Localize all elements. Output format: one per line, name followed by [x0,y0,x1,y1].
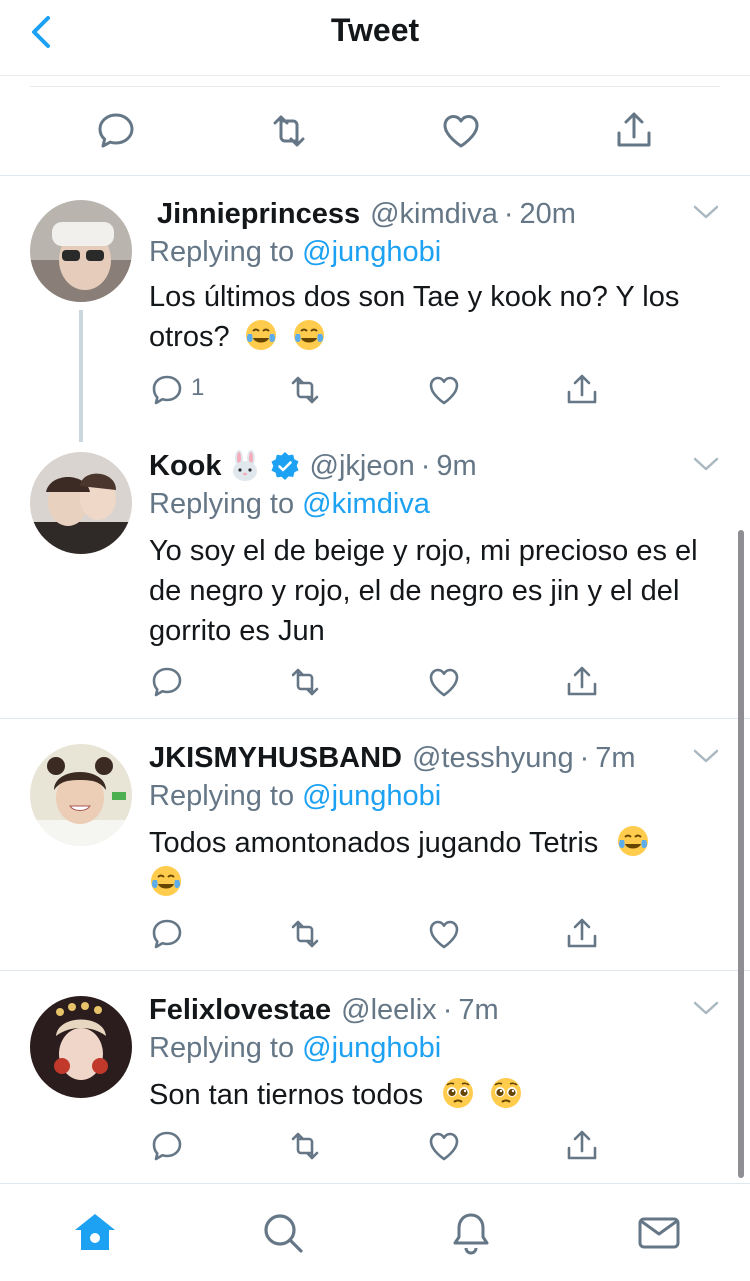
reply-icon[interactable] [149,1128,185,1164]
page-title: Tweet [330,12,420,48]
user-handle[interactable]: @leelix [341,994,437,1027]
pleading-face-icon [443,1078,474,1108]
tweet-actions [149,1128,619,1168]
replying-to: Replying to @junghobi [149,780,442,812]
timestamp: 7m [595,741,636,774]
tweet-text: Son tan tiernos todos [149,1075,720,1115]
timestamp: 9m [436,449,477,482]
reply-icon[interactable] [149,916,185,952]
separator-dot: · [442,993,453,1026]
tweet-text: Los últimos dos son Tae y kook no? Y los… [149,281,680,353]
retweet-icon[interactable] [287,916,323,952]
face-with-tears-of-joy-icon [151,866,181,896]
display-name[interactable]: JKISMYHUSBAND [149,742,402,775]
user-handle[interactable]: @jkjeon [310,450,415,483]
retweet-icon[interactable] [287,372,323,408]
share-icon[interactable] [564,916,600,952]
reply-tweet[interactable]: Felixlovestae @leelix · 7m Replying to @… [0,992,750,1182]
reply-tweet[interactable]: Kook @jkjeon · 9m Replying to @kimdiva Y… [0,448,750,716]
retweet-icon[interactable] [287,1128,323,1164]
timestamp: 7m [458,993,499,1026]
chevron-down-icon[interactable] [692,998,720,1018]
timestamp: 20m [519,197,576,230]
rabbit-face-icon [232,450,257,481]
top-nav-bar: Tweet [0,0,750,76]
retweet-icon[interactable] [267,109,311,153]
display-name[interactable]: Felixlovestae [149,994,331,1027]
separator-dot: · [579,741,590,774]
reply-tweet[interactable]: Jinnieprincess @kimdiva · 20m Replying t… [0,196,750,442]
separator-dot: · [503,197,514,230]
divider [0,970,750,971]
user-handle[interactable]: @kimdiva [370,198,498,231]
face-with-tears-of-joy-icon [618,826,649,856]
like-icon[interactable] [426,372,462,408]
retweet-icon[interactable] [287,664,323,700]
thread-connector [79,310,83,442]
share-icon[interactable] [564,664,600,700]
like-icon[interactable] [426,916,462,952]
notifications-icon[interactable] [448,1210,494,1256]
mention-link[interactable]: @junghobi [302,236,441,268]
display-name[interactable]: Jinnieprincess [157,198,360,231]
share-icon[interactable] [612,109,656,153]
display-name[interactable]: Kook [149,450,222,483]
share-icon[interactable] [564,372,600,408]
replying-to: Replying to @junghobi [149,1032,442,1064]
pleading-face-icon [491,1078,522,1108]
mention-link[interactable]: @junghobi [302,780,441,812]
face-with-tears-of-joy-icon [245,320,276,350]
user-handle[interactable]: @tesshyung [412,742,574,775]
search-icon[interactable] [260,1210,306,1256]
chevron-down-icon[interactable] [692,746,720,766]
chevron-down-icon[interactable] [692,202,720,222]
tweet-actions [149,916,619,956]
reply-icon[interactable] [94,109,138,153]
mention-link[interactable]: @kimdiva [302,488,430,520]
tweet-actions [149,664,619,704]
reply-count: 1 [191,374,205,401]
replying-to: Replying to @junghobi [149,236,442,268]
home-icon[interactable] [72,1210,118,1256]
face-with-tears-of-joy-icon [293,320,324,350]
reply-icon[interactable] [149,664,185,700]
separator-dot: · [420,449,431,482]
bottom-tab-bar [0,1183,750,1281]
reply-tweet[interactable]: JKISMYHUSBAND @tesshyung · 7m Replying t… [0,740,750,968]
share-icon[interactable] [564,1128,600,1164]
scrollbar[interactable] [738,530,744,1178]
chevron-down-icon[interactable] [692,454,720,474]
focused-tweet-actions [30,86,720,174]
avatar[interactable] [30,996,132,1098]
verified-badge-icon [271,452,298,480]
reply-icon[interactable] [149,372,185,408]
divider [0,718,750,719]
replying-to: Replying to @kimdiva [149,488,430,520]
tweet-text: Yo soy el de beige y rojo, mi precioso e… [149,535,698,647]
like-icon[interactable] [426,664,462,700]
tweet-actions: 1 [149,372,619,412]
avatar[interactable] [30,452,132,554]
messages-icon[interactable] [636,1210,682,1256]
mention-link[interactable]: @junghobi [302,1032,441,1064]
tweet-text: Todos amontonados jugando Tetris [149,823,720,903]
avatar[interactable] [30,200,132,302]
like-icon[interactable] [439,109,483,153]
like-icon[interactable] [426,1128,462,1164]
divider [0,175,750,176]
avatar[interactable] [30,744,132,846]
